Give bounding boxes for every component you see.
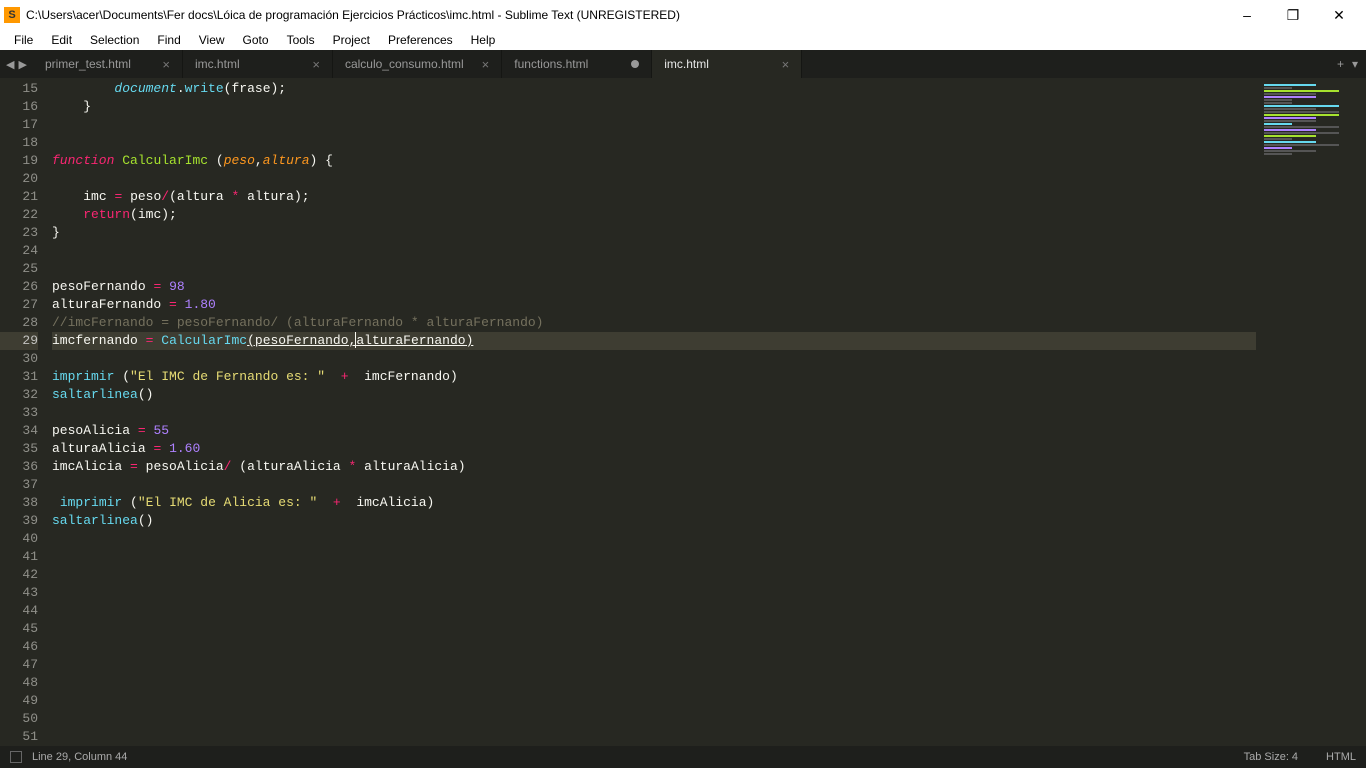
menu-find[interactable]: Find (149, 31, 188, 49)
minimap[interactable] (1256, 78, 1366, 746)
code-line[interactable]: imcfernando = CalcularImc(pesoFernando,a… (52, 332, 1256, 350)
code-line[interactable]: imprimir ("El IMC de Alicia es: " + imcA… (52, 494, 1256, 512)
menu-project[interactable]: Project (325, 31, 378, 49)
tab-close-icon[interactable]: × (482, 57, 490, 72)
tab-label: calculo_consumo.html (345, 57, 464, 71)
code-line[interactable] (52, 548, 1256, 566)
menu-selection[interactable]: Selection (82, 31, 147, 49)
status-tabsize[interactable]: Tab Size: 4 (1244, 751, 1298, 763)
code-line[interactable] (52, 674, 1256, 692)
code-line[interactable]: pesoAlicia = 55 (52, 422, 1256, 440)
tab-close-icon[interactable]: × (162, 57, 170, 72)
code-line[interactable] (52, 476, 1256, 494)
code-line[interactable]: imc = peso/(altura * altura); (52, 188, 1256, 206)
minimap-content (1264, 84, 1358, 156)
menu-help[interactable]: Help (463, 31, 504, 49)
code-line[interactable]: saltarlinea() (52, 386, 1256, 404)
status-syntax[interactable]: HTML (1326, 751, 1356, 763)
editor: 1516171819202122232425262728293031323334… (0, 78, 1366, 746)
gutter: 1516171819202122232425262728293031323334… (0, 78, 52, 746)
code-line[interactable] (52, 566, 1256, 584)
window-controls: ‒ ❐ ✕ (1224, 0, 1362, 30)
tab-label: imc.html (195, 57, 294, 71)
code-line[interactable]: return(imc); (52, 206, 1256, 224)
code-line[interactable] (52, 656, 1256, 674)
statusbar: Line 29, Column 44 Tab Size: 4 HTML (0, 746, 1366, 768)
code-line[interactable]: alturaFernando = 1.80 (52, 296, 1256, 314)
code-line[interactable] (52, 134, 1256, 152)
code-line[interactable] (52, 170, 1256, 188)
tab-nav-left-icon[interactable]: ◀ (6, 58, 14, 71)
code-line[interactable]: } (52, 98, 1256, 116)
tab-label: imc.html (664, 57, 763, 71)
tab-imc-1[interactable]: imc.html × (183, 50, 333, 78)
code-line[interactable] (52, 116, 1256, 134)
code-line[interactable] (52, 260, 1256, 278)
tab-primer-test[interactable]: primer_test.html × (33, 50, 183, 78)
status-panel-icon[interactable] (10, 751, 22, 763)
code-line[interactable] (52, 602, 1256, 620)
code-line[interactable] (52, 692, 1256, 710)
code-line[interactable] (52, 620, 1256, 638)
menu-preferences[interactable]: Preferences (380, 31, 461, 49)
code-line[interactable]: imprimir ("El IMC de Fernando es: " + im… (52, 368, 1256, 386)
window-title: C:\Users\acer\Documents\Fer docs\Lóica d… (26, 8, 1224, 22)
tab-overflow-controls: + ▾ (1329, 50, 1366, 78)
new-tab-icon[interactable]: + (1337, 57, 1344, 71)
tab-imc-2[interactable]: imc.html × (652, 50, 802, 78)
tab-close-icon[interactable]: × (312, 57, 320, 72)
tab-menu-icon[interactable]: ▾ (1352, 57, 1358, 71)
close-button[interactable]: ✕ (1316, 0, 1362, 30)
code-line[interactable]: function CalcularImc (peso,altura) { (52, 152, 1256, 170)
tab-nav-arrows: ◀ ▶ (0, 50, 33, 78)
code-line[interactable]: alturaAlicia = 1.60 (52, 440, 1256, 458)
code-line[interactable]: imcAlicia = pesoAlicia/ (alturaAlicia * … (52, 458, 1256, 476)
menu-goto[interactable]: Goto (235, 31, 277, 49)
tab-close-icon[interactable]: × (782, 57, 790, 72)
code-line[interactable] (52, 638, 1256, 656)
tab-nav-right-icon[interactable]: ▶ (18, 58, 26, 71)
menubar: File Edit Selection Find View Goto Tools… (0, 30, 1366, 50)
status-position: Line 29, Column 44 (32, 751, 127, 763)
app-icon: S (4, 7, 20, 23)
code-line[interactable] (52, 404, 1256, 422)
code-line[interactable] (52, 350, 1256, 368)
titlebar: S C:\Users\acer\Documents\Fer docs\Lóica… (0, 0, 1366, 30)
minimize-button[interactable]: ‒ (1224, 0, 1270, 30)
code-line[interactable] (52, 584, 1256, 602)
menu-tools[interactable]: Tools (279, 31, 323, 49)
code-line[interactable] (52, 530, 1256, 548)
code-area[interactable]: document.write(frase); } function Calcula… (52, 78, 1256, 746)
code-line[interactable] (52, 242, 1256, 260)
tab-calculo-consumo[interactable]: calculo_consumo.html × (333, 50, 502, 78)
code-line[interactable] (52, 728, 1256, 746)
tab-label: primer_test.html (45, 57, 144, 71)
code-line[interactable]: } (52, 224, 1256, 242)
tab-label: functions.html (514, 57, 613, 71)
code-line[interactable]: //imcFernando = pesoFernando/ (alturaFer… (52, 314, 1256, 332)
tab-functions[interactable]: functions.html (502, 50, 652, 78)
menu-file[interactable]: File (6, 31, 41, 49)
tab-dirty-icon (631, 60, 639, 68)
menu-edit[interactable]: Edit (43, 31, 80, 49)
menu-view[interactable]: View (191, 31, 233, 49)
code-line[interactable]: pesoFernando = 98 (52, 278, 1256, 296)
code-line[interactable]: document.write(frase); (52, 80, 1256, 98)
code-line[interactable]: saltarlinea() (52, 512, 1256, 530)
tab-bar: ◀ ▶ primer_test.html × imc.html × calcul… (0, 50, 1366, 78)
maximize-button[interactable]: ❐ (1270, 0, 1316, 30)
code-line[interactable] (52, 710, 1256, 728)
